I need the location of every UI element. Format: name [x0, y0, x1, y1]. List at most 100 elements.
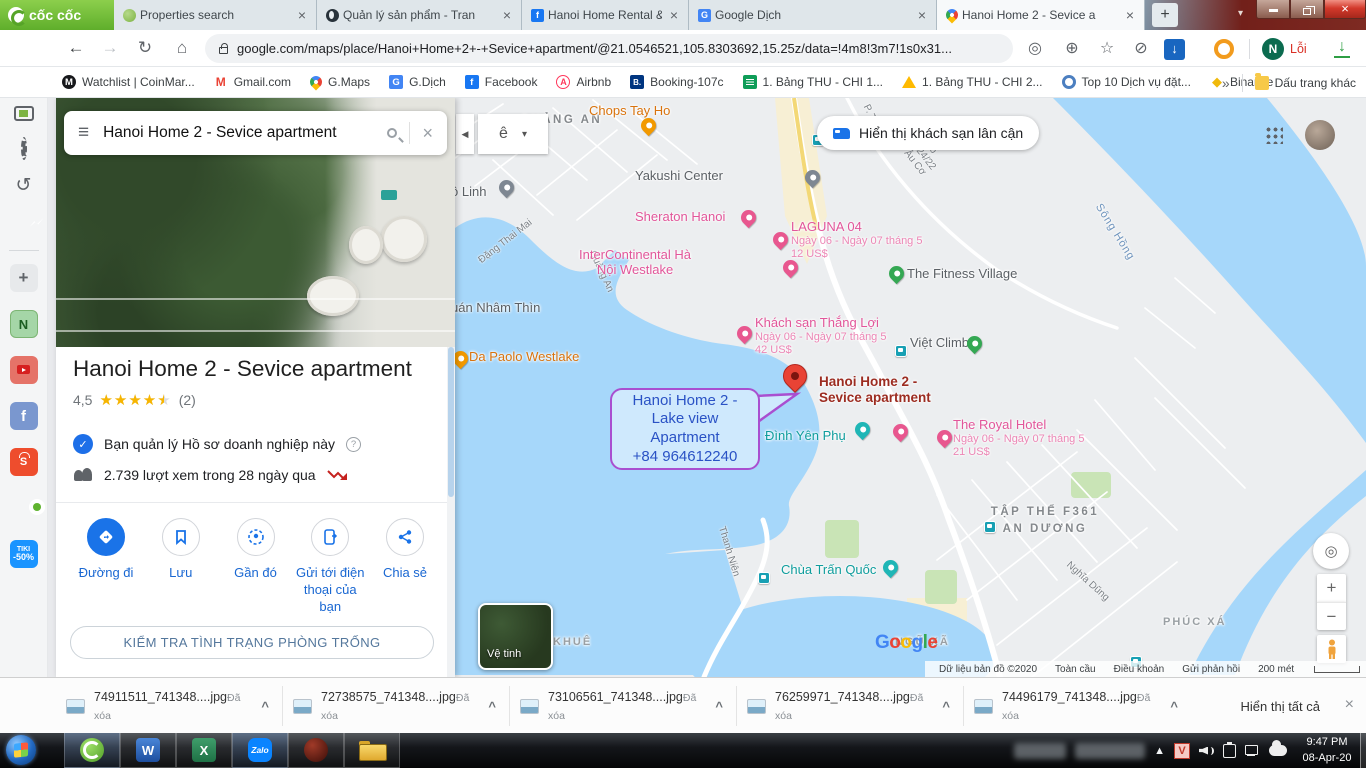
poi-viet-climb[interactable]: Việt Climb — [910, 335, 969, 350]
poi-sheraton[interactable]: Sheraton Hanoi — [635, 210, 725, 225]
taskbar-coccoc-button[interactable] — [64, 733, 120, 768]
bookmark-star-icon[interactable]: ☆ — [1096, 39, 1118, 59]
download-item[interactable]: 74496179_741348....jpgĐã xóa ^ — [964, 686, 1191, 726]
poi-laguna[interactable]: LAGUNA 04 Ngày 06 - Ngày 07 tháng 5 12 U… — [791, 220, 922, 260]
tab-close-icon[interactable]: × — [1122, 7, 1138, 23]
my-location-button[interactable]: ◎ — [1313, 533, 1349, 569]
download-menu-icon[interactable]: ^ — [712, 699, 726, 714]
transit-stop-icon[interactable] — [758, 572, 770, 584]
bookmark-gdich[interactable]: GG.Dịch — [389, 75, 446, 89]
clear-search-icon[interactable]: × — [422, 123, 433, 144]
zoom-page-icon[interactable]: ⊕ — [1061, 39, 1083, 59]
bookmarks-overflow-button[interactable]: » — [1222, 75, 1230, 91]
clipboard-tray-icon[interactable] — [1223, 744, 1236, 758]
downloads-arrow-icon[interactable]: ↓ — [1334, 38, 1350, 58]
poi-chua-tran-quoc[interactable]: Chùa Trấn Quốc — [781, 562, 876, 577]
bookmark-booking[interactable]: B.Booking-107c — [630, 75, 723, 89]
bookmark-facebook[interactable]: fFacebook — [465, 75, 538, 89]
home-button[interactable]: ⌂ — [170, 36, 194, 60]
share-button[interactable]: Chia sẻ — [369, 518, 441, 616]
show-all-downloads-button[interactable]: Hiển thị tất cả — [1241, 678, 1321, 734]
taskbar-explorer-button[interactable] — [344, 733, 400, 768]
download-item[interactable]: 73106561_741348....jpgĐã xóa ^ — [510, 686, 737, 726]
save-button[interactable]: Lưu — [145, 518, 217, 616]
tab-close-icon[interactable]: × — [294, 7, 310, 23]
tab-hanoi-home-rental[interactable]: f Hanoi Home Rental & S × — [522, 0, 689, 30]
window-minimize-button[interactable] — [1256, 0, 1290, 19]
new-tab-button[interactable]: + — [1152, 3, 1178, 27]
taskbar-word-button[interactable]: W — [120, 733, 176, 768]
tab-hanoi-home-2-active[interactable]: Hanoi Home 2 - Sevice a × — [937, 0, 1145, 30]
download-manager-button[interactable]: ↓ — [1164, 39, 1185, 60]
poi-quan-nham-thin[interactable]: uán Nhâm Thìn — [455, 300, 540, 315]
satellite-toggle[interactable]: Vệ tinh — [478, 603, 553, 670]
profile-avatar[interactable]: N — [1262, 38, 1284, 60]
zoom-out-button[interactable]: − — [1317, 602, 1346, 630]
close-download-bar-icon[interactable]: × — [1345, 696, 1354, 714]
address-bar[interactable]: google.com/maps/place/Hanoi+Home+2+-+Sev… — [205, 34, 1013, 63]
tab-close-icon[interactable]: × — [914, 7, 930, 23]
download-item[interactable]: 72738575_741348....jpgĐã xóa ^ — [283, 686, 510, 726]
poi-thang-loi[interactable]: Khách sạn Thắng Lợi Ngày 06 - Ngày 07 th… — [755, 316, 886, 356]
speed-dial-icon[interactable] — [14, 106, 34, 121]
other-bookmarks-folder[interactable]: Dấu trang khác — [1255, 76, 1356, 90]
bookmark-bang-thu-chi-2[interactable]: 1. Bảng THU - CHI 2... — [902, 75, 1043, 89]
poi-ho-linh[interactable]: ồ Linh — [455, 184, 486, 199]
adblock-shield-icon[interactable]: ⊘ — [1130, 39, 1152, 59]
download-menu-icon[interactable]: ^ — [939, 699, 953, 714]
nearby-button[interactable]: Gần đó — [220, 518, 292, 616]
collapse-panel-button[interactable]: ◀ — [456, 114, 474, 154]
pegman-button[interactable] — [1317, 635, 1346, 663]
panel-scrollbar[interactable] — [447, 347, 455, 677]
bookmark-top10-dichvu[interactable]: Top 10 Dịch vụ đặt... — [1062, 75, 1191, 89]
tab-quan-ly-san-pham[interactable]: Quản lý sản phẩm - Tran × — [317, 0, 522, 30]
coccoc-menu-button[interactable]: cốc cốc — [0, 0, 114, 30]
help-icon[interactable]: ? — [346, 437, 361, 452]
download-item[interactable]: 76259971_741348....jpgĐã xóa ^ — [737, 686, 964, 726]
tiki-shortcut[interactable]: TIKI-50% — [10, 540, 38, 568]
map-canvas[interactable]: QUẢNG AN P. Tứ Liên Ngõ 124/22 Âu Cơ Đặn… — [455, 98, 1366, 677]
shopee-shortcut[interactable]: S — [10, 448, 38, 476]
tab-google-dich[interactable]: G Google Dịch × — [689, 0, 937, 30]
directions-button[interactable]: Đường đi — [70, 518, 142, 616]
show-hotels-button[interactable]: Hiển thị khách sạn lân cận — [817, 116, 1039, 150]
scrollbar-thumb[interactable] — [448, 347, 454, 497]
transit-stop-icon[interactable] — [895, 345, 907, 357]
vietkey-tray-icon[interactable]: V — [1174, 743, 1190, 759]
notes-shortcut[interactable]: N — [10, 310, 38, 338]
bookmark-coinmarketcap[interactable]: MWatchlist | CoinMar... — [62, 75, 195, 89]
poi-dinh-yen-phu[interactable]: Đình Yên Phụ — [765, 428, 846, 443]
download-menu-icon[interactable]: ^ — [1167, 699, 1181, 714]
back-button[interactable]: ← — [64, 36, 88, 60]
attribution-global-link[interactable]: Toàn cầu — [1055, 664, 1096, 675]
bookmark-gmaps[interactable]: G.Maps — [310, 75, 370, 89]
poi-yakushi-center[interactable]: Yakushi Center — [635, 168, 723, 183]
facebook-shortcut[interactable]: f — [10, 402, 38, 430]
taskbar-clock[interactable]: 9:47 PM 08-Apr-20 — [1296, 735, 1358, 766]
reload-button[interactable]: ↻ — [133, 36, 157, 60]
taskbar-excel-button[interactable]: X — [176, 733, 232, 768]
zoom-in-button[interactable]: + — [1317, 574, 1346, 602]
volume-icon[interactable] — [1199, 745, 1214, 757]
search-icon[interactable] — [387, 128, 397, 138]
attribution-feedback-link[interactable]: Gửi phản hồi — [1182, 664, 1240, 675]
business-manage-row[interactable]: ✓ Bạn quản lý Hồ sơ doanh nghiệp này ? — [73, 434, 361, 454]
download-menu-icon[interactable]: ^ — [258, 699, 272, 714]
onedrive-cloud-icon[interactable] — [1269, 745, 1287, 756]
taskbar-zalo-button[interactable]: Zalo — [232, 733, 288, 768]
taskbar-app-button[interactable] — [288, 733, 344, 768]
poi-chops-tay-ho[interactable]: Chops Tay Ho — [589, 103, 670, 118]
window-restore-button[interactable] — [1290, 0, 1324, 19]
window-close-button[interactable]: × — [1324, 0, 1366, 19]
google-logo[interactable]: Google — [875, 632, 937, 654]
tab-close-icon[interactable]: × — [666, 7, 682, 23]
poi-fitness-village[interactable]: The Fitness Village — [907, 266, 1017, 281]
rating-row[interactable]: 4,5 ★★★★★★★★★★ (2) — [73, 392, 196, 408]
bookmark-gmail[interactable]: MGmail.com — [214, 75, 291, 89]
show-desktop-button[interactable] — [1360, 733, 1366, 768]
tab-close-icon[interactable]: × — [499, 7, 515, 23]
history-icon[interactable]: ↺ — [16, 174, 32, 197]
bookmark-bang-thu-chi-1[interactable]: 1. Bảng THU - CHI 1... — [743, 75, 884, 89]
add-shortcut-button[interactable]: + — [10, 264, 38, 292]
send-to-phone-button[interactable]: Gửi tới điện thoại của bạn — [294, 518, 366, 616]
